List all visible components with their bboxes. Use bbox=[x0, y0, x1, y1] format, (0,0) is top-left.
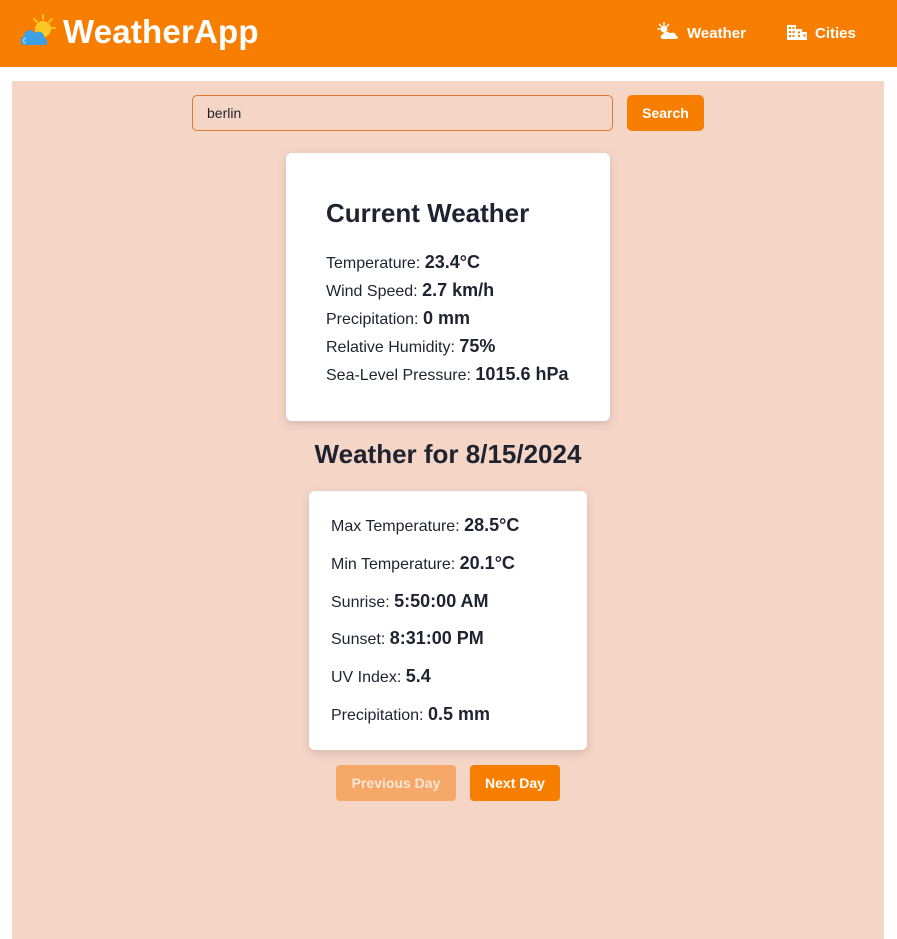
max-temperature-row: Max Temperature: 28.5°C bbox=[331, 515, 520, 535]
search-button[interactable]: Search bbox=[627, 95, 704, 131]
uv-index-row: UV Index: 5.4 bbox=[331, 666, 431, 687]
current-weather-title: Current Weather bbox=[326, 198, 530, 228]
previous-day-button[interactable]: Previous Day bbox=[336, 765, 456, 801]
nav-weather-label: Weather bbox=[687, 24, 746, 42]
sun-cloud-icon bbox=[657, 22, 687, 44]
brand-link[interactable]: WeatherApp bbox=[18, 12, 259, 52]
city-search-input[interactable] bbox=[192, 95, 613, 131]
precipitation-row: Precipitation: 0 mm bbox=[326, 308, 470, 328]
wind-speed-row: Wind Speed: 2.7 km/h bbox=[326, 280, 495, 300]
temperature-row: Temperature: 23.4°C bbox=[326, 252, 480, 272]
daily-forecast-title: Weather for 8/15/2024 bbox=[314, 439, 582, 469]
next-day-button[interactable]: Next Day bbox=[470, 765, 560, 801]
min-temperature-row: Min Temperature: 20.1°C bbox=[331, 552, 515, 573]
main-content: Search Current Weather Temperature: 23.4… bbox=[12, 81, 884, 939]
sunset-row: Sunset: 8:31:00 PM bbox=[331, 628, 484, 649]
daily-forecast-card: Max Temperature: 28.5°C Min Temperature:… bbox=[309, 491, 587, 750]
city-buildings-icon bbox=[787, 22, 815, 44]
nav-weather-link[interactable]: Weather bbox=[657, 22, 746, 44]
nav-cities-label: Cities bbox=[815, 24, 856, 42]
sunrise-row: Sunrise: 5:50:00 AM bbox=[331, 590, 489, 611]
nav-cities-link[interactable]: Cities bbox=[787, 22, 856, 44]
pressure-row: Sea-Level Pressure: 1015.6 hPa bbox=[326, 364, 569, 384]
humidity-row: Relative Humidity: 75% bbox=[326, 336, 496, 356]
current-weather-card: Current Weather Temperature: 23.4°C Wind… bbox=[286, 153, 610, 421]
brand-name: WeatherApp bbox=[63, 13, 259, 50]
navbar: WeatherApp Weather Cities bbox=[0, 0, 897, 67]
daily-precipitation-row: Precipitation: 0.5 mm bbox=[331, 703, 490, 724]
sun-behind-cloud-icon bbox=[18, 12, 58, 52]
